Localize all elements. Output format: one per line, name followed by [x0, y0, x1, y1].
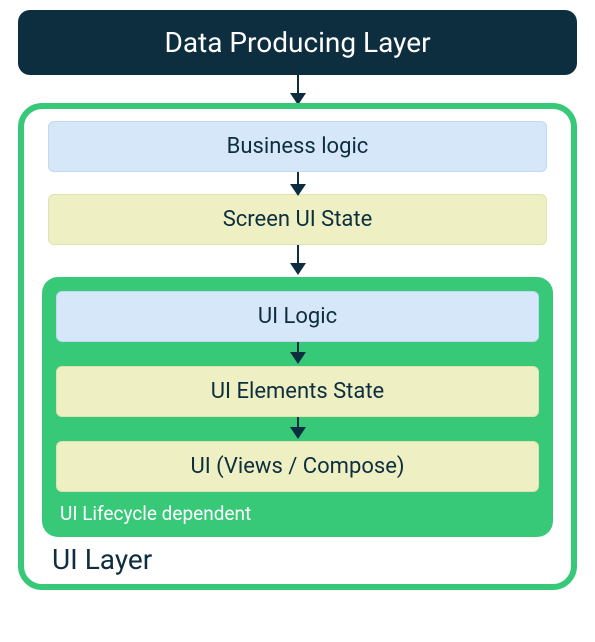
arrow-down-icon — [297, 75, 299, 103]
arrow-down-icon — [297, 417, 299, 437]
arrow-container — [52, 342, 543, 366]
ui-layer-label: UI Layer — [42, 537, 553, 576]
business-logic-label: Business logic — [227, 134, 369, 159]
arrow-container — [42, 245, 553, 273]
arrow-down-icon — [297, 172, 299, 194]
ui-elements-state-label: UI Elements State — [211, 379, 384, 404]
arrow-container — [52, 417, 543, 441]
screen-ui-state-box: Screen UI State — [48, 194, 547, 245]
business-logic-box: Business logic — [48, 121, 547, 172]
arrow-down-icon — [297, 245, 299, 273]
screen-ui-state-label: Screen UI State — [223, 207, 373, 232]
arrow-down-icon — [297, 342, 299, 362]
arrow-container — [10, 75, 585, 103]
data-producing-layer-label: Data Producing Layer — [164, 26, 430, 59]
ui-views-compose-label: UI (Views / Compose) — [190, 454, 404, 479]
data-producing-layer-box: Data Producing Layer — [18, 10, 577, 75]
ui-views-compose-box: UI (Views / Compose) — [56, 441, 539, 492]
ui-layer-container: Business logic Screen UI State UI Logic … — [18, 103, 577, 590]
lifecycle-dependent-label: UI Lifecycle dependent — [52, 492, 543, 527]
ui-logic-box: UI Logic — [56, 291, 539, 342]
ui-elements-state-box: UI Elements State — [56, 366, 539, 417]
arrow-container — [42, 172, 553, 194]
ui-logic-label: UI Logic — [258, 304, 337, 329]
ui-lifecycle-container: UI Logic UI Elements State UI (Views / C… — [42, 277, 553, 537]
